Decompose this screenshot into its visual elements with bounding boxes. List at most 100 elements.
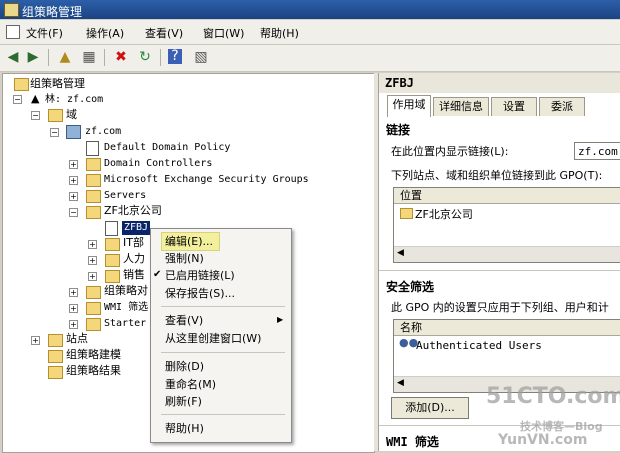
links-horizontal-scrollbar[interactable]: ◀ (394, 246, 620, 262)
menu-item-refresh[interactable]: 刷新(F) (165, 393, 285, 410)
help-icon[interactable]: ? (168, 49, 182, 64)
expand-toggle[interactable]: + (69, 160, 78, 169)
title-bar: 组策略管理 (0, 0, 620, 19)
tree-sales-dept[interactable]: 销售 (123, 268, 145, 282)
expand-toggle[interactable]: + (88, 256, 97, 265)
menu-item-rename[interactable]: 重命名(M) (165, 376, 285, 393)
expand-toggle[interactable]: + (88, 240, 97, 249)
up-folder-icon[interactable]: ▲ (56, 49, 74, 66)
window-title: 组策略管理 (22, 5, 83, 19)
expand-toggle[interactable]: + (69, 176, 78, 185)
tab-settings[interactable]: 设置 (491, 97, 537, 116)
scroll-left-icon[interactable]: ◀ (397, 248, 404, 258)
expand-toggle[interactable]: + (88, 272, 97, 281)
tree-domain-controllers[interactable]: Domain Controllers (104, 157, 212, 171)
tree-it-dept[interactable]: IT部 (123, 236, 144, 250)
links-column-header[interactable]: 位置 (394, 188, 620, 204)
refresh-icon[interactable]: ↻ (136, 49, 154, 66)
ou-folder-icon (86, 206, 101, 219)
links-row[interactable]: ZF北京公司 (415, 206, 473, 222)
expand-toggle[interactable]: + (31, 336, 40, 345)
collapse-toggle[interactable]: − (69, 208, 78, 217)
expand-toggle[interactable]: + (69, 192, 78, 201)
tree-forest[interactable]: 林: zf.com (45, 93, 103, 107)
links-location-select[interactable]: zf.com (574, 142, 620, 160)
tree-domain[interactable]: zf.com (85, 125, 121, 139)
show-hide-tree-icon[interactable]: ▦ (80, 49, 98, 66)
delete-icon[interactable]: ✖ (112, 49, 130, 66)
menu-separator (161, 352, 285, 353)
security-list[interactable]: 名称 ●● Authenticated Users ◀ (393, 319, 620, 393)
wmi-folder-icon (86, 302, 101, 315)
menu-item-save-report[interactable]: 保存报告(S)... (165, 285, 285, 302)
security-filtering-heading: 安全筛选 (386, 280, 435, 294)
modeling-icon (48, 350, 63, 363)
collapse-toggle[interactable]: − (50, 128, 59, 137)
checkmark-icon: ✔ (153, 269, 162, 280)
domain-icon (66, 125, 81, 139)
tree-starter-gpos[interactable]: Starter (104, 317, 146, 331)
collapse-toggle[interactable]: − (31, 111, 40, 120)
system-menu-icon[interactable] (6, 25, 20, 39)
tree-gp-modeling[interactable]: 组策略建模 (66, 348, 121, 362)
menu-item-enforced[interactable]: 强制(N) (165, 250, 285, 267)
links-heading: 链接 (386, 123, 411, 137)
ou-folder-icon (105, 270, 120, 283)
details-title: ZFBJ (385, 76, 414, 90)
toolbar: ◀ ▶ ▲ ▦ ✖ ↻ ? ▧ (0, 45, 620, 72)
tree-default-domain-policy[interactable]: Default Domain Policy (104, 141, 230, 155)
menu-help[interactable]: 帮助(H) (260, 25, 299, 41)
ou-folder-icon (86, 158, 101, 171)
links-list[interactable]: 位置 ZF北京公司 ◀ (393, 187, 620, 263)
menu-view[interactable]: 查看(V) (145, 25, 183, 41)
scroll-left-icon[interactable]: ◀ (397, 378, 404, 388)
section-divider (379, 270, 620, 271)
tab-delegation[interactable]: 委派 (539, 97, 585, 116)
tree-domains[interactable]: 域 (66, 108, 77, 122)
tree-root[interactable]: 组策略管理 (30, 77, 85, 91)
expand-toggle[interactable]: + (69, 304, 78, 313)
expand-toggle[interactable]: + (69, 288, 78, 297)
gpo-link-icon (86, 141, 99, 156)
menu-action[interactable]: 操作(A) (86, 25, 124, 41)
expand-toggle[interactable]: + (69, 320, 78, 329)
ou-folder-icon (86, 190, 101, 203)
tree-servers[interactable]: Servers (104, 189, 146, 203)
tree-hr-dept[interactable]: 人力 (123, 252, 145, 266)
tree-sites[interactable]: 站点 (66, 332, 88, 346)
tree-gp-results[interactable]: 组策略结果 (66, 364, 121, 378)
starter-folder-icon (86, 318, 101, 331)
menu-item-edit[interactable]: 编辑(E)... (161, 232, 220, 251)
add-button[interactable]: 添加(D)... (391, 397, 469, 419)
sites-folder-icon (48, 334, 63, 347)
tree-exchange-security-groups[interactable]: Microsoft Exchange Security Groups (104, 173, 309, 187)
ou-folder-icon (105, 238, 120, 251)
menu-item-link-enabled[interactable]: 已启用链接(L) (165, 267, 285, 284)
menu-file[interactable]: 文件(F) (26, 25, 63, 41)
gpo-folder-icon (86, 286, 101, 299)
menu-item-view[interactable]: 查看(V) (165, 312, 285, 329)
collapse-toggle[interactable]: − (13, 95, 22, 104)
tree-gpo-objects[interactable]: 组策略对 (104, 284, 148, 298)
tree-zfbj-selected[interactable]: ZFBJ (122, 221, 151, 235)
security-column-header[interactable]: 名称 (394, 320, 620, 336)
menu-window[interactable]: 窗口(W) (203, 25, 244, 41)
menu-item-delete[interactable]: 删除(D) (165, 358, 285, 375)
security-row[interactable]: Authenticated Users (416, 339, 542, 352)
app-icon (4, 3, 19, 17)
watermark-site: YunVN.com (498, 432, 588, 448)
back-arrow-icon[interactable]: ◀ (4, 49, 22, 66)
tree-zf-beijing[interactable]: ZF北京公司 (104, 204, 162, 218)
submenu-arrow-icon: ▶ (277, 315, 284, 324)
menu-item-new-window[interactable]: 从这里创建窗口(W) (165, 330, 285, 347)
properties-icon[interactable]: ▧ (192, 49, 210, 66)
links-description: 下列站点、域和组织单位链接到此 GPO(T): (391, 169, 603, 182)
security-description: 此 GPO 内的设置只应用于下列组、用户和计 (391, 301, 609, 314)
results-icon (48, 366, 63, 379)
tab-details[interactable]: 详细信息 (433, 97, 489, 116)
menu-item-help[interactable]: 帮助(H) (165, 420, 285, 437)
toolbar-separator (48, 49, 49, 66)
forward-arrow-icon[interactable]: ▶ (24, 49, 42, 66)
tree-wmi-filters[interactable]: WMI 筛选 (104, 301, 148, 315)
tab-scope[interactable]: 作用域 (387, 95, 431, 117)
